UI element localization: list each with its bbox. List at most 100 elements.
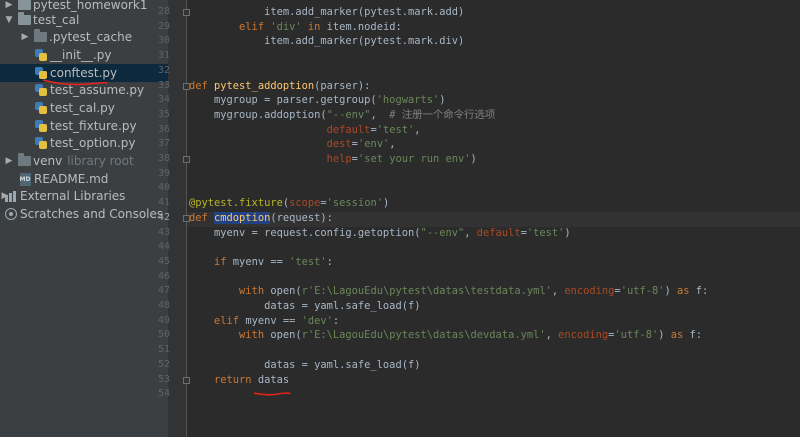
line-number: 35 [157, 108, 170, 120]
code-line[interactable]: item.add_marker(pytest.mark.div) [189, 34, 464, 49]
tree-item-label-group: venv library root [33, 154, 134, 168]
line-number: 53 [157, 373, 170, 385]
code-token: mygroup.addoption( [189, 108, 327, 121]
code-token: "--env" [326, 108, 371, 121]
code-token: , [370, 108, 390, 121]
line-number: 45 [157, 255, 170, 267]
library-icon [4, 190, 18, 202]
line-number: 44 [157, 241, 170, 253]
code-token: (parser): [314, 79, 371, 92]
code-line[interactable]: myenv = request.config.getoption("--env"… [189, 226, 571, 241]
code-line[interactable]: with open(r'E:\LagouEdu\pytest\datas\dev… [189, 328, 702, 343]
code-line[interactable]: datas = yaml.safe_load(f) [189, 299, 420, 314]
folder-icon [17, 153, 31, 167]
chevron-right-icon[interactable]: ▶ [20, 32, 30, 42]
code-token: encoding [558, 329, 609, 342]
fold-marker-icon[interactable] [183, 156, 190, 163]
code-token: help [326, 153, 352, 165]
code-token: (request): [270, 211, 333, 224]
line-number: 29 [157, 20, 170, 32]
tree-item-label: test_option.py [50, 136, 136, 150]
code-token: item.add_marker(pytest.mark.div) [189, 35, 465, 48]
folder-icon [17, 0, 31, 11]
code-token: , [545, 329, 559, 342]
code-token: datas = yaml.safe_load(f) [189, 300, 421, 312]
code-token: f: [689, 285, 709, 298]
code-token: r'E:\LagouEdu\pytest\datas\testdata.yml' [301, 285, 552, 298]
code-token: as [670, 329, 684, 342]
code-token: 'env' [357, 138, 390, 151]
code-token: item.add_marker(pytest.mark.add) [189, 6, 465, 18]
code-line[interactable]: datas = yaml.safe_load(f) [189, 358, 420, 373]
line-number: 38 [157, 153, 170, 164]
code-token: datas [251, 373, 290, 386]
line-number: 46 [157, 270, 170, 282]
code-token: "--env" [420, 226, 465, 239]
line-number: 30 [157, 35, 170, 47]
line-number: 33 [157, 79, 170, 91]
line-number: 39 [157, 167, 170, 179]
code-token: item.nodeid: [320, 20, 402, 33]
code-line[interactable]: help='set your run env') [189, 152, 477, 167]
code-token: open( [264, 329, 302, 342]
line-number: 40 [157, 182, 170, 194]
line-number: 36 [157, 123, 170, 135]
folder-icon [33, 29, 47, 43]
line-number: 47 [157, 285, 170, 297]
fold-marker-icon[interactable] [183, 82, 190, 90]
code-token: elif [214, 314, 240, 327]
code-token: datas = yaml.safe_load(f) [189, 358, 421, 371]
code-token: with [239, 285, 265, 298]
chevron-right-icon[interactable]: ▶ [4, 0, 14, 10]
code-line[interactable]: mygroup.addoption("--env", # 注册一个命令行选项 [189, 108, 495, 123]
code-line[interactable]: item.add_marker(pytest.mark.add) [189, 5, 464, 20]
code-token: default [326, 123, 371, 136]
line-number: 48 [157, 300, 170, 311]
chevron-right-icon[interactable]: ▶ [4, 156, 14, 166]
code-token: : [332, 314, 340, 327]
line-number: 49 [157, 314, 170, 326]
chevron-down-icon[interactable]: ▼ [4, 15, 14, 25]
code-token: as [677, 285, 690, 298]
fold-marker-icon[interactable] [183, 9, 190, 16]
code-line[interactable]: elif 'div' in item.nodeid: [189, 20, 402, 35]
code-line[interactable]: return datas [189, 373, 289, 388]
code-token: # 注册一个命令行选项 [389, 108, 496, 121]
line-number: 52 [157, 358, 170, 370]
code-token: dest [326, 138, 352, 151]
code-token: , [389, 138, 396, 151]
code-line[interactable]: def cmdoption(request): [189, 211, 333, 226]
code-token: @pytest.fixture [189, 197, 283, 210]
code-line[interactable]: @pytest.fixture(scope='session') [189, 196, 389, 211]
code-token: 'utf-8' [614, 329, 659, 342]
python-file-icon [34, 49, 48, 61]
code-token: cmdoption [214, 211, 271, 224]
tree-item-label: __init__.py [50, 48, 112, 62]
code-token: , [414, 123, 421, 136]
code-token: myenv == [226, 255, 290, 268]
tree-item-label: test_cal [33, 13, 80, 27]
fold-marker-icon[interactable] [183, 376, 190, 384]
code-line[interactable]: dest='env', [189, 137, 396, 152]
code-token: def [189, 79, 215, 92]
fold-marker-icon[interactable] [183, 214, 190, 222]
code-token: 'session' [326, 197, 383, 210]
code-line[interactable]: default='test', [189, 123, 421, 138]
code-line[interactable]: with open(r'E:\LagouEdu\pytest\datas\tes… [189, 284, 708, 299]
code-line[interactable]: def pytest_addoption(parser): [189, 79, 370, 94]
tree-item-label: test_cal.py [50, 101, 115, 115]
code-token: mygroup = parser.getgroup( [189, 94, 377, 107]
code-line[interactable]: mygroup = parser.getgroup('hogwarts') [189, 93, 445, 108]
scratches-icon [4, 208, 18, 220]
python-file-icon [34, 102, 48, 114]
line-number: 28 [157, 6, 170, 17]
tree-item-label: venv [33, 154, 63, 168]
code-line[interactable]: if myenv == 'test': [189, 255, 333, 270]
red-underline-annotation-datas [253, 392, 291, 396]
code-line[interactable]: elif myenv == 'dev': [189, 314, 339, 329]
